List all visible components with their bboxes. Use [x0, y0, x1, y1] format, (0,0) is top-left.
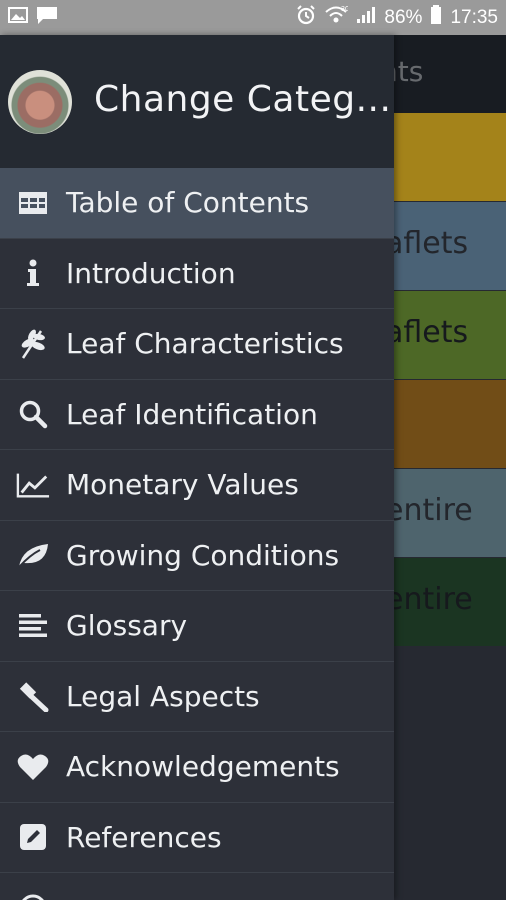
- alarm-icon: [296, 4, 316, 31]
- menu-item-label: Glossary: [66, 609, 188, 643]
- menu-item-legal-aspects[interactable]: Legal Aspects: [0, 661, 394, 732]
- chart-line-icon: [16, 468, 50, 502]
- network-type-label: 3G: [341, 6, 348, 13]
- message-icon: [36, 5, 58, 31]
- wifi-icon: 3G: [324, 5, 351, 31]
- menu-item-label: Leaf Identification: [66, 397, 318, 431]
- menu-item-label: Table of Contents: [66, 186, 310, 220]
- app-category-row-label: aflets: [385, 226, 469, 261]
- menu-item-introduction[interactable]: Introduction: [0, 238, 394, 309]
- app-category-row-label: aflets: [385, 315, 469, 350]
- menu-item-label: Introduction: [66, 256, 236, 290]
- menu-item-growing-conditions[interactable]: Growing Conditions: [0, 520, 394, 591]
- gavel-icon: [16, 679, 50, 713]
- app-category-row-label: entire: [385, 493, 473, 528]
- leaf-sprig-icon: [16, 327, 50, 361]
- battery-icon: [430, 4, 442, 31]
- avatar: [8, 70, 72, 134]
- app-category-row-label: entire: [385, 582, 473, 617]
- drawer-menu: Table of Contents Introduction Leaf Char…: [0, 168, 394, 900]
- partial-icon: [16, 891, 50, 900]
- edit-icon: [16, 820, 50, 854]
- menu-item-table-of-contents[interactable]: Table of Contents: [0, 168, 394, 239]
- image-icon: [8, 6, 28, 30]
- menu-item-monetary-values[interactable]: Monetary Values: [0, 450, 394, 521]
- status-bar: 3G 86% 17:35: [0, 0, 506, 35]
- menu-item-label: Growing Conditions: [66, 538, 340, 572]
- menu-item-leaf-characteristics[interactable]: Leaf Characteristics: [0, 309, 394, 380]
- leaf-icon: [16, 538, 50, 572]
- status-time: 17:35: [450, 6, 498, 28]
- menu-item-label: References: [66, 820, 222, 854]
- drawer-header-title: Change Categ...: [94, 79, 392, 120]
- signal-icon: [356, 6, 376, 30]
- search-icon: [16, 397, 50, 431]
- menu-item-leaf-identification[interactable]: Leaf Identification: [0, 379, 394, 450]
- battery-percent: 86%: [384, 6, 423, 28]
- heart-icon: [16, 750, 50, 784]
- menu-item-label: Acknowledgements: [66, 750, 340, 784]
- menu-item-label: Monetary Values: [66, 468, 299, 502]
- lines-icon: [16, 609, 50, 643]
- menu-item-references[interactable]: References: [0, 802, 394, 873]
- table-icon: [16, 186, 50, 220]
- menu-item-partial[interactable]: [0, 873, 394, 900]
- menu-item-acknowledgements[interactable]: Acknowledgements: [0, 732, 394, 803]
- menu-item-glossary[interactable]: Glossary: [0, 591, 394, 662]
- menu-item-label: Legal Aspects: [66, 679, 260, 713]
- drawer-header[interactable]: Change Categ...: [0, 35, 394, 169]
- navigation-drawer: Change Categ... Table of Contents Introd…: [0, 35, 394, 900]
- menu-item-label: Leaf Characteristics: [66, 327, 344, 361]
- info-icon: [16, 256, 50, 290]
